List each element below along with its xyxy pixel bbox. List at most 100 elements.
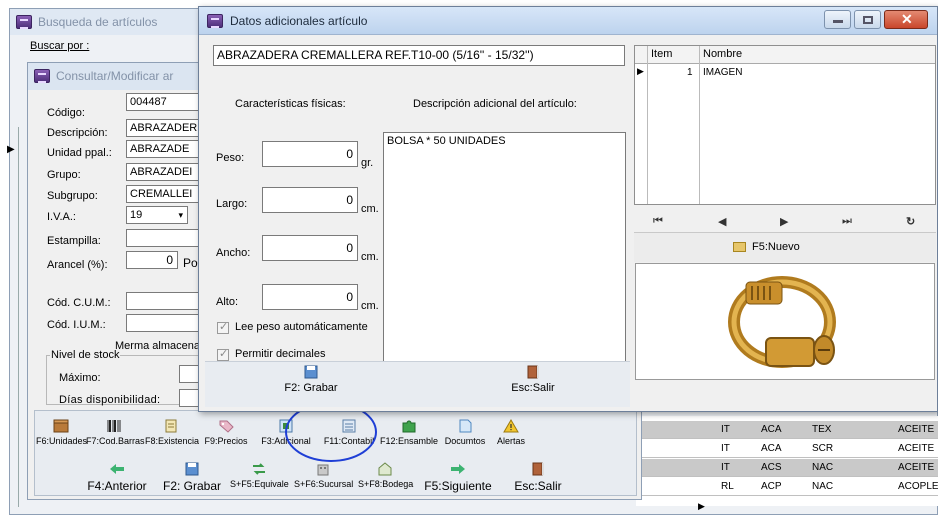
hose-clamp-image	[728, 276, 836, 368]
grabar-button[interactable]: F2: Grabar	[159, 462, 225, 493]
back-grid[interactable]: IT ACA TEX ACEITE IT ACA SCR ACEITE IT A…	[636, 416, 938, 511]
busqueda-left-strip	[18, 127, 24, 507]
close-button[interactable]: ✕	[884, 10, 928, 29]
article-name-field[interactable]: ABRAZADERA CREMALLERA REF.T10-00 (5/16''…	[213, 45, 625, 66]
peso-field[interactable]: 0	[262, 141, 358, 167]
busqueda-title: Busqueda de artículos	[38, 15, 158, 29]
dialog-title: Datos adicionales artículo	[230, 14, 368, 28]
grupo-label: Grupo:	[47, 169, 81, 181]
siguiente-button[interactable]: F5:Siguiente	[420, 462, 496, 493]
maximize-button[interactable]	[854, 10, 881, 29]
nuevo-button[interactable]: F5:Nuevo	[634, 232, 936, 262]
dialog-salir-button[interactable]: Esc:Salir	[501, 365, 565, 394]
app-icon	[16, 15, 32, 29]
sucursal-button[interactable]: S+F6:Sucursal	[294, 462, 353, 489]
building-icon	[317, 464, 329, 476]
col-header-nombre: Nombre	[703, 48, 743, 60]
chevron-down-icon: ▾	[178, 210, 183, 220]
app-icon	[207, 14, 223, 28]
row-pointer-icon: ▶	[7, 144, 15, 155]
app-icon	[34, 69, 50, 83]
cum-label: Cód. C.U.M.:	[47, 297, 111, 309]
unidades-button[interactable]: F6:Unidades	[36, 419, 87, 446]
bodega-button[interactable]: S+F8:Bodega	[358, 462, 413, 489]
close-icon: ✕	[901, 11, 913, 27]
dialog-grabar-button[interactable]: F2: Grabar	[271, 365, 351, 394]
refresh-icon[interactable]: ↻	[906, 215, 915, 228]
first-record-icon[interactable]: ⏮	[653, 215, 663, 228]
arancel-field[interactable]: 0	[126, 251, 178, 269]
largo-unit: cm.	[361, 203, 379, 215]
salir-button[interactable]: Esc:Salir	[505, 462, 571, 493]
alto-unit: cm.	[361, 300, 379, 312]
permitir-decimales-checkbox[interactable]	[217, 347, 229, 361]
cum-field[interactable]	[126, 292, 201, 310]
minimize-button[interactable]	[824, 10, 851, 29]
ensamble-button[interactable]: F12:Ensamble	[380, 419, 438, 446]
arrow-right-icon	[451, 464, 465, 474]
existencia-button[interactable]: F8:Existencia	[145, 419, 199, 446]
ium-field[interactable]	[126, 314, 201, 332]
unidad-label: Unidad ppal.:	[47, 147, 112, 159]
permitir-decimales-label: Permitir decimales	[235, 348, 326, 360]
box-icon	[53, 419, 69, 433]
descripcion-textarea[interactable]: BOLSA * 50 UNIDADES	[383, 132, 626, 364]
cod-barras-button[interactable]: F7:Cod.Barras	[86, 419, 145, 446]
dias-label: Días disponibilidad:	[59, 394, 161, 406]
last-record-icon[interactable]: ⏭	[842, 215, 852, 228]
warehouse-icon	[378, 462, 392, 476]
col-header-item: Item	[651, 48, 673, 60]
grid-scroll-arrow-icon[interactable]: ▶	[698, 501, 705, 512]
alto-field[interactable]: 0	[262, 284, 358, 310]
lee-peso-checkbox[interactable]	[217, 320, 229, 334]
table-row[interactable]: RL ACP NAC ACOPLE	[636, 478, 938, 496]
next-record-icon[interactable]: ▶	[780, 215, 788, 228]
iva-select[interactable]: 19 ▾	[126, 206, 188, 224]
minimize-icon	[833, 20, 843, 23]
arancel-suffix: Po	[183, 256, 198, 270]
puzzle-icon	[402, 420, 416, 433]
alto-label: Alto:	[216, 296, 239, 308]
ancho-unit: cm.	[361, 251, 379, 263]
dialog-button-bar	[205, 361, 630, 407]
table-row[interactable]: IT ACA TEX ACEITE	[636, 421, 938, 439]
swap-icon	[253, 463, 265, 475]
consultar-title: Consultar/Modificar ar	[56, 69, 174, 83]
save-icon	[185, 462, 199, 476]
image-grid-header: Item Nombre	[635, 46, 935, 64]
codigo-label: Código:	[47, 107, 85, 119]
descripcion-field[interactable]: ABRAZADER	[126, 119, 201, 137]
peso-label: Peso:	[216, 152, 245, 164]
precios-button[interactable]: F9:Precios	[202, 419, 250, 446]
folder-icon	[459, 419, 472, 433]
grupo-field[interactable]: ABRAZADEI	[126, 163, 201, 181]
alertas-button[interactable]: Alertas	[491, 419, 531, 446]
largo-field[interactable]: 0	[262, 187, 358, 213]
arrow-left-icon	[110, 464, 124, 474]
anterior-button[interactable]: F4:Anterior	[82, 462, 152, 493]
exit-door-icon	[532, 462, 544, 476]
table-row[interactable]: ▶ 1 IMAGEN	[635, 65, 935, 81]
prev-record-icon[interactable]: ◀	[718, 215, 726, 228]
subgrupo-field[interactable]: CREMALLEI	[126, 185, 201, 203]
table-row[interactable]: IT ACS NAC ACEITE	[636, 459, 938, 477]
maximo-label: Máximo:	[59, 372, 101, 384]
estampilla-field[interactable]	[126, 229, 201, 247]
save-icon	[304, 365, 318, 379]
ancho-field[interactable]: 0	[262, 235, 358, 261]
image-grid[interactable]: Item Nombre ▶ 1 IMAGEN	[634, 45, 936, 205]
nivel-stock-label: Nivel de stock	[50, 349, 121, 361]
tag-icon	[219, 420, 234, 433]
codigo-field[interactable]: 004487	[126, 93, 201, 111]
peso-unit: gr.	[361, 157, 374, 169]
ium-label: Cód. I.U.M.:	[47, 319, 106, 331]
document-icon	[165, 419, 177, 433]
table-row[interactable]: IT ACA SCR ACEITE	[636, 440, 938, 458]
equivale-button[interactable]: S+F5:Equivale	[230, 462, 289, 489]
iva-label: I.V.A.:	[47, 211, 76, 223]
documtos-button[interactable]: Documtos	[443, 419, 487, 446]
nuevo-label: F5:Nuevo	[752, 241, 800, 253]
unidad-field[interactable]: ABRAZADE	[126, 140, 201, 158]
buscar-por-label: Buscar por :	[30, 40, 90, 52]
dialog-titlebar: Datos adicionales artículo ✕	[199, 7, 937, 35]
